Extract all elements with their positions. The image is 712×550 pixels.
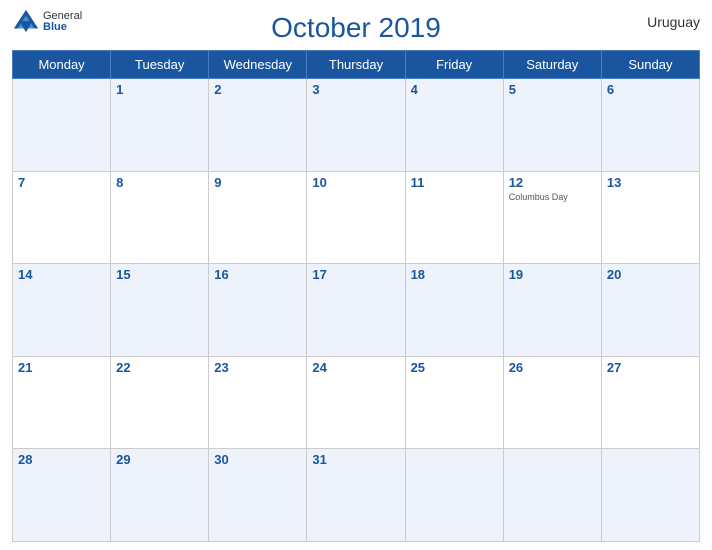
day-number: 17 — [312, 267, 399, 282]
calendar-header: General Blue October 2019 Uruguay — [12, 8, 700, 44]
calendar-table: MondayTuesdayWednesdayThursdayFridaySatu… — [12, 50, 700, 542]
holiday-label: Columbus Day — [509, 192, 596, 202]
calendar-day-cell: 25 — [405, 356, 503, 449]
calendar-day-cell: 11 — [405, 171, 503, 264]
calendar-day-cell: 14 — [13, 264, 111, 357]
logo-icon — [12, 8, 40, 36]
calendar-day-cell: 19 — [503, 264, 601, 357]
calendar-title: October 2019 — [271, 12, 441, 44]
weekday-header: Friday — [405, 51, 503, 79]
day-number: 20 — [607, 267, 694, 282]
calendar-day-cell: 4 — [405, 79, 503, 172]
calendar-day-cell: 5 — [503, 79, 601, 172]
calendar-day-cell: 9 — [209, 171, 307, 264]
day-number: 24 — [312, 360, 399, 375]
weekday-header: Saturday — [503, 51, 601, 79]
logo: General Blue — [12, 8, 82, 36]
day-number: 13 — [607, 175, 694, 190]
day-number: 15 — [116, 267, 203, 282]
calendar-day-cell: 8 — [111, 171, 209, 264]
calendar-day-cell — [13, 79, 111, 172]
day-number: 31 — [312, 452, 399, 467]
calendar-week-row: 123456 — [13, 79, 700, 172]
weekday-header: Wednesday — [209, 51, 307, 79]
calendar-day-cell: 28 — [13, 449, 111, 542]
calendar-week-row: 14 15 16 17 18 19 20 — [13, 264, 700, 357]
day-number: 11 — [411, 175, 498, 190]
calendar-header-row: MondayTuesdayWednesdayThursdayFridaySatu… — [13, 51, 700, 79]
day-number: 28 — [18, 452, 105, 467]
calendar-day-cell: 17 — [307, 264, 405, 357]
weekday-header: Tuesday — [111, 51, 209, 79]
day-number: 2 — [214, 82, 301, 97]
day-number: 7 — [18, 175, 105, 190]
day-number: 27 — [607, 360, 694, 375]
day-number: 10 — [312, 175, 399, 190]
calendar-day-cell: 24 — [307, 356, 405, 449]
country-label: Uruguay — [647, 14, 700, 30]
day-number: 19 — [509, 267, 596, 282]
calendar-day-cell: 22 — [111, 356, 209, 449]
day-number: 16 — [214, 267, 301, 282]
day-number: 5 — [509, 82, 596, 97]
calendar-day-cell: 21 — [13, 356, 111, 449]
day-number: 3 — [312, 82, 399, 97]
day-number: 4 — [411, 82, 498, 97]
calendar-day-cell — [405, 449, 503, 542]
day-number: 6 — [607, 82, 694, 97]
calendar-day-cell: 16 — [209, 264, 307, 357]
calendar-wrapper: General Blue October 2019 Uruguay Monday… — [0, 0, 712, 550]
day-number: 1 — [116, 82, 203, 97]
day-number: 18 — [411, 267, 498, 282]
calendar-day-cell: 29 — [111, 449, 209, 542]
day-number: 8 — [116, 175, 203, 190]
calendar-day-cell — [601, 449, 699, 542]
calendar-day-cell: 30 — [209, 449, 307, 542]
calendar-day-cell: 18 — [405, 264, 503, 357]
calendar-day-cell: 10 — [307, 171, 405, 264]
logo-text: General Blue — [43, 11, 82, 33]
calendar-day-cell: 27 — [601, 356, 699, 449]
logo-blue: Blue — [43, 22, 82, 33]
calendar-day-cell: 3 — [307, 79, 405, 172]
calendar-day-cell: 20 — [601, 264, 699, 357]
calendar-day-cell: 15 — [111, 264, 209, 357]
day-number: 29 — [116, 452, 203, 467]
day-number: 14 — [18, 267, 105, 282]
calendar-day-cell: 23 — [209, 356, 307, 449]
weekday-header: Sunday — [601, 51, 699, 79]
calendar-day-cell: 7 — [13, 171, 111, 264]
calendar-day-cell: 13 — [601, 171, 699, 264]
calendar-day-cell: 1 — [111, 79, 209, 172]
day-number: 23 — [214, 360, 301, 375]
calendar-day-cell: 12 Columbus Day — [503, 171, 601, 264]
day-number: 9 — [214, 175, 301, 190]
calendar-day-cell — [503, 449, 601, 542]
day-number: 12 — [509, 175, 596, 190]
calendar-day-cell: 2 — [209, 79, 307, 172]
calendar-day-cell: 6 — [601, 79, 699, 172]
day-number: 22 — [116, 360, 203, 375]
calendar-week-row: 789 10 11 12 Columbus Day 13 — [13, 171, 700, 264]
calendar-day-cell: 26 — [503, 356, 601, 449]
calendar-week-row: 21 22 23 24 25 26 27 — [13, 356, 700, 449]
weekday-header: Thursday — [307, 51, 405, 79]
weekday-header: Monday — [13, 51, 111, 79]
calendar-day-cell: 31 — [307, 449, 405, 542]
day-number: 25 — [411, 360, 498, 375]
day-number: 21 — [18, 360, 105, 375]
day-number: 26 — [509, 360, 596, 375]
calendar-week-row: 28 29 30 31 — [13, 449, 700, 542]
calendar-body: 123456789101112Columbus Day1314151617181… — [13, 79, 700, 542]
day-number: 30 — [214, 452, 301, 467]
